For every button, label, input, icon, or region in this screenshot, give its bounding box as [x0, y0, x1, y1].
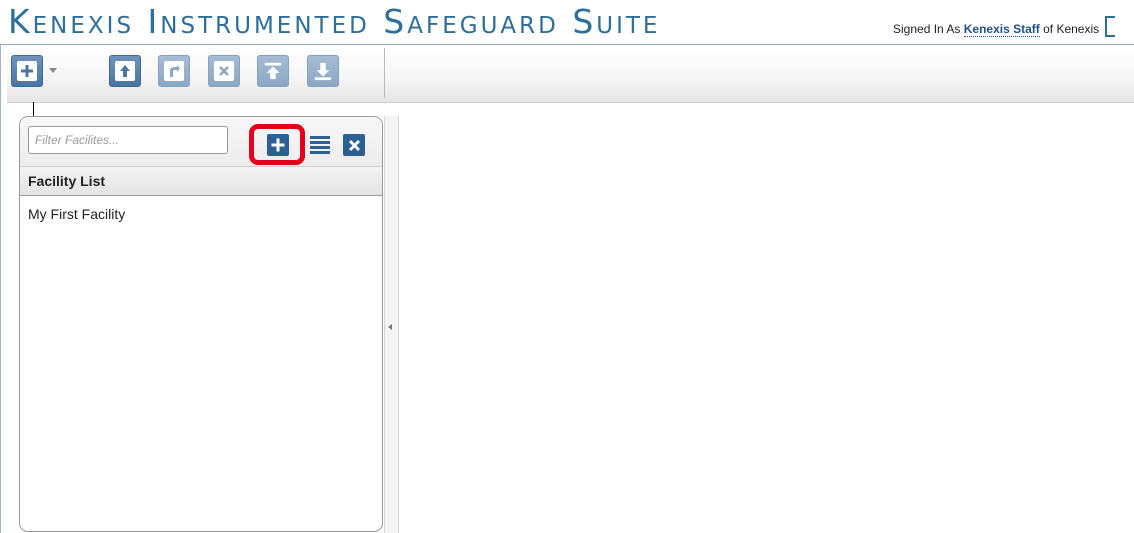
facility-list-header: Facility List: [20, 167, 382, 196]
download-button[interactable]: [307, 55, 339, 87]
panel-splitter[interactable]: [384, 116, 399, 533]
list-view-icon[interactable]: [310, 136, 330, 154]
import-icon: [263, 61, 283, 81]
signed-in-info: Signed In As Kenexis Staff of Kenexis: [893, 16, 1115, 37]
close-icon[interactable]: [343, 134, 365, 156]
import-button[interactable]: [257, 55, 289, 87]
settings-icon[interactable]: [1104, 16, 1115, 37]
delete-icon: [214, 61, 234, 81]
edit-icon: [164, 61, 184, 81]
upload-icon: [115, 61, 135, 81]
dropdown-arrow-icon[interactable]: [49, 68, 57, 73]
add-icon: [17, 61, 37, 81]
main-toolbar: [7, 45, 1134, 103]
facility-list-item[interactable]: My First Facility: [28, 206, 125, 222]
download-icon: [313, 61, 333, 81]
org-text: of Kenexis: [1043, 22, 1100, 36]
upload-button[interactable]: [109, 55, 141, 87]
user-link[interactable]: Kenexis Staff: [963, 22, 1040, 37]
toolbar-separator: [384, 48, 385, 98]
filter-facilities-input[interactable]: [28, 126, 228, 154]
panel-toolbar: [20, 117, 382, 167]
edit-button[interactable]: [158, 55, 190, 87]
add-facility-highlight: [249, 124, 305, 165]
add-button[interactable]: [11, 55, 43, 87]
delete-button[interactable]: [208, 55, 240, 87]
connector-line: [33, 102, 34, 116]
app-header: Kenexis Instrumented Safeguard Suite Sig…: [0, 0, 1134, 45]
signed-in-prefix: Signed In As: [893, 22, 961, 36]
app-title: Kenexis Instrumented Safeguard Suite: [8, 2, 661, 41]
facility-panel: Facility List My First Facility: [19, 116, 383, 532]
collapse-arrow-icon[interactable]: [388, 324, 392, 330]
left-border: [0, 0, 7, 533]
